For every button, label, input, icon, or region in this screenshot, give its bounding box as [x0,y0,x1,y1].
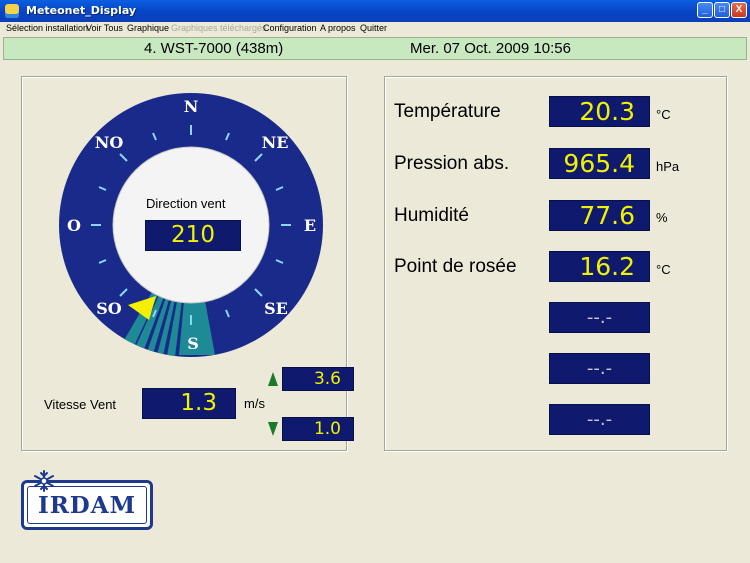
menu-quitter[interactable]: Quitter [360,23,387,33]
compass-label-e: E [304,216,316,235]
app-icon [5,4,19,18]
menu-graphique[interactable]: Graphique [127,23,169,33]
temperature-unit: °C [656,107,671,122]
menu-bar: Sélection installation Voir Tous Graphiq… [0,22,750,36]
pressure-unit: hPa [656,159,680,174]
window-titlebar[interactable]: Meteonet_Display _ □ X [0,0,750,22]
compass-label-s: S [187,334,199,353]
close-button[interactable]: X [731,2,747,18]
empty-display-1: --.- [549,302,650,333]
pressure-display: 965.4 [549,148,650,179]
wind-max-display: 3.6 [282,367,354,391]
compass-label-n: N [184,97,199,116]
menu-voir-tous[interactable]: Voir Tous [86,23,123,33]
compass-label-so: SO [96,299,122,318]
compass-label-no: NO [95,133,124,152]
wind-speed-display: 1.3 [142,388,236,419]
window-title: Meteonet_Display [26,4,137,17]
menu-graphiques-telecharges: Graphiques téléchargés [171,23,267,33]
empty-display-3: --.- [549,404,650,435]
empty-display-2: --.- [549,353,650,384]
max-up-arrow-icon [268,372,278,386]
dew-point-display: 16.2 [549,251,650,282]
menu-configuration[interactable]: Configuration [263,23,317,33]
wind-speed-label: Vitesse Vent [44,397,117,412]
station-name: 4. WST-7000 (438m) [144,40,284,57]
humidity-display: 77.6 [549,200,650,231]
dew-point-unit: °C [656,262,671,277]
status-bar: 4. WST-7000 (438m) Mer. 07 Oct. 2009 10:… [3,37,747,60]
wind-speed-unit: m/s [244,396,265,411]
pressure-label: Pression abs. [394,153,510,174]
menu-selection-installation[interactable]: Sélection installation [6,23,88,33]
direction-label: Direction vent [146,196,226,211]
compass-label-se: SE [264,299,288,318]
dew-point-label: Point de rosée [394,256,517,277]
wind-min-display: 1.0 [282,417,354,441]
temperature-display: 20.3 [549,96,650,127]
logo-text: IRDAM [37,492,137,519]
humidity-label: Humidité [394,205,469,226]
humidity-unit: % [656,210,668,225]
minimize-button[interactable]: _ [697,2,713,18]
date-time: Mer. 07 Oct. 2009 10:56 [410,40,571,57]
compass-label-ne: NE [262,133,289,152]
menu-a-propos[interactable]: A propos [320,23,356,33]
compass-label-o: O [67,216,81,235]
maximize-button[interactable]: □ [714,2,730,18]
snowflake-icon [34,470,54,492]
direction-display: 210 [145,220,241,251]
min-down-arrow-icon [268,422,278,436]
temperature-label: Température [394,101,501,122]
